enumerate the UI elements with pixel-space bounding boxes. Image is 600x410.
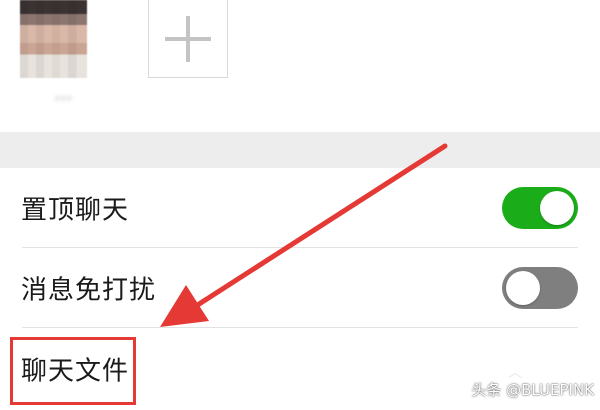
pin-chat-toggle[interactable] [502, 187, 578, 229]
highlight-box [10, 337, 136, 405]
member-avatar[interactable] [20, 0, 87, 78]
pin-chat-label: 置顶聊天 [21, 195, 130, 226]
watermark: 头条 @BLUEPINK [471, 381, 594, 399]
toggle-knob [540, 191, 574, 225]
setting-row-pin-chat[interactable]: 置顶聊天 [0, 168, 600, 248]
add-member-button[interactable] [148, 0, 228, 78]
group-members-area: ••• [0, 0, 600, 132]
mute-toggle[interactable] [502, 267, 578, 309]
mute-label: 消息免打扰 [21, 275, 157, 306]
plus-icon [165, 15, 211, 62]
setting-row-mute[interactable]: 消息免打扰 [0, 248, 600, 328]
toggle-knob [506, 271, 540, 305]
section-gap [0, 132, 600, 168]
member-name: ••• [53, 92, 73, 106]
